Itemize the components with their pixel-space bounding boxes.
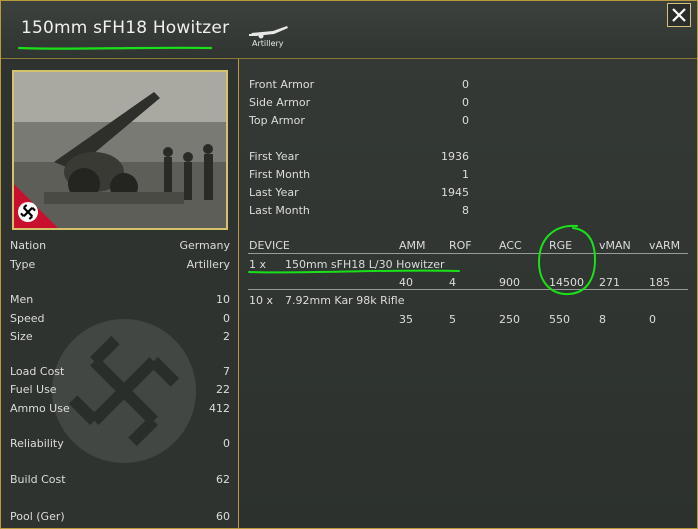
type-value: Artillery	[186, 258, 230, 271]
device-2-rge: 550	[549, 313, 570, 326]
first-month-label: First Month	[249, 168, 311, 181]
speed-label: Speed	[10, 312, 45, 325]
reliability-value: 0	[223, 437, 230, 450]
last-year-label: Last Year	[249, 186, 299, 199]
type-label: Type	[10, 258, 36, 271]
build-cost-label: Build Cost	[10, 473, 66, 486]
first-year-value: 1936	[441, 150, 469, 163]
side-armor-value: 0	[462, 96, 469, 109]
device-2-acc: 250	[499, 313, 520, 326]
front-armor-value: 0	[462, 78, 469, 91]
ammo-use-value: 412	[209, 402, 230, 415]
ammo-use-label: Ammo Use	[10, 402, 70, 415]
speed-value: 0	[223, 312, 230, 325]
device-2-amm: 35	[399, 313, 413, 326]
load-cost-value: 7	[223, 365, 230, 378]
top-armor-value: 0	[462, 114, 469, 127]
header-separator	[248, 253, 688, 254]
nation-value: Germany	[179, 239, 230, 252]
col-rof-header: ROF	[449, 239, 472, 252]
device-2-vman: 8	[599, 313, 606, 326]
last-month-label: Last Month	[249, 204, 310, 217]
first-year-label: First Year	[249, 150, 299, 163]
pool-label: Pool (Ger)	[10, 510, 65, 523]
unit-detail-window: 150mm sFH18 Howitzer Artillery Nation Ge…	[0, 0, 698, 529]
col-varm-header: vARM	[649, 239, 681, 252]
close-icon	[672, 8, 686, 22]
build-cost-value: 62	[216, 473, 230, 486]
device-2-qty: 10 x	[249, 294, 274, 307]
device-1-amm: 40	[399, 276, 413, 289]
device-1-acc: 900	[499, 276, 520, 289]
front-armor-label: Front Armor	[249, 78, 315, 91]
col-amm-header: AMM	[399, 239, 426, 252]
unit-photo	[12, 70, 228, 230]
last-month-value: 8	[462, 204, 469, 217]
men-value: 10	[216, 293, 230, 306]
howitzer-photo	[14, 72, 226, 228]
unit-title: 150mm sFH18 Howitzer	[21, 18, 230, 38]
device-1-separator	[248, 289, 688, 290]
pool-value: 60	[216, 510, 230, 523]
title-highlight-underline	[17, 46, 213, 50]
title-bar: 150mm sFH18 Howitzer Artillery	[1, 1, 697, 59]
device-1-rof: 4	[449, 276, 456, 289]
nation-label: Nation	[10, 239, 47, 252]
first-month-value: 1	[462, 168, 469, 181]
device-1-varm: 185	[649, 276, 670, 289]
size-label: Size	[10, 330, 33, 343]
device-2-name: 7.92mm Kar 98k Rifle	[285, 294, 405, 307]
side-armor-label: Side Armor	[249, 96, 311, 109]
fuel-use-value: 22	[216, 383, 230, 396]
close-button[interactable]	[667, 3, 691, 27]
range-highlight-circle	[537, 224, 597, 296]
col-acc-header: ACC	[499, 239, 522, 252]
top-armor-label: Top Armor	[249, 114, 305, 127]
artillery-gun-icon	[249, 26, 288, 39]
col-vman-header: vMAN	[599, 239, 631, 252]
size-value: 2	[223, 330, 230, 343]
device-1-vman: 271	[599, 276, 620, 289]
col-device-header: DEVICE	[249, 239, 290, 252]
unit-type-label: Artillery	[252, 39, 284, 48]
fuel-use-label: Fuel Use	[10, 383, 57, 396]
last-year-value: 1945	[441, 186, 469, 199]
device-2-varm: 0	[649, 313, 656, 326]
device-2-rof: 5	[449, 313, 456, 326]
swastika-flag-icon	[18, 202, 38, 222]
device-highlight-underline	[248, 269, 460, 274]
men-label: Men	[10, 293, 34, 306]
load-cost-label: Load Cost	[10, 365, 65, 378]
reliability-label: Reliability	[10, 437, 64, 450]
